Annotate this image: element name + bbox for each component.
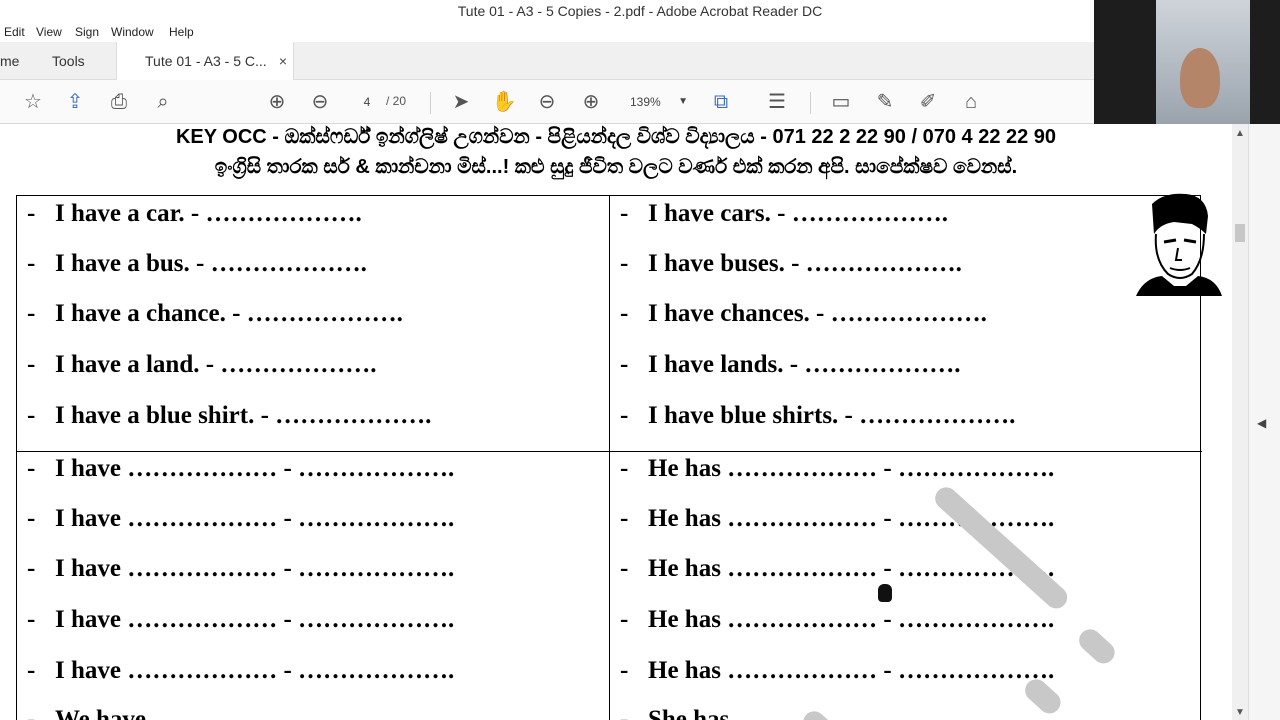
zoom-value: 139%: [630, 95, 661, 109]
toolbar-divider: [430, 92, 431, 114]
zoom-search-icon[interactable]: ⌕: [150, 90, 176, 114]
arrow-up-icon[interactable]: ⊕: [264, 90, 290, 114]
scroll-down-icon[interactable]: ▼: [1232, 707, 1248, 718]
page-total: / 20: [386, 94, 407, 108]
scroll-thumb[interactable]: [1235, 224, 1245, 242]
exercise-row: - He has ……………… - ……………….: [620, 455, 1055, 482]
exercise-row: -I have a land. - ……………….: [27, 351, 377, 378]
hand-icon[interactable]: ✋: [491, 90, 517, 114]
arrow-down-icon[interactable]: ⊖: [307, 90, 333, 114]
exercise-row: - He has ……………… - ……………….: [620, 555, 1055, 582]
tab-home[interactable]: me: [0, 42, 19, 80]
exercise-row: - She has: [620, 706, 730, 720]
doc-header-2: ඉංග්‍රිසි තාරක සර් & කාන්චනා මිස්...! කළ…: [214, 156, 1018, 178]
toolbar: ☆ ⇪ ⎙ ⌕ ⊕ ⊖ 4 / 20 ➤ ✋ ⊖ ⊕ 139% ▼ ⧉ ☰ ▭ …: [0, 80, 1280, 124]
menu-edit[interactable]: Edit: [4, 25, 25, 39]
exercise-row: - He has ……………… - ……………….: [620, 657, 1055, 684]
scroll-mode-icon[interactable]: ☰: [764, 90, 790, 114]
exercise-row: -I have ……………… - ……………….: [27, 555, 455, 582]
webcam-overlay: [1094, 0, 1280, 124]
exercise-row: -I have ……………… - ……………….: [27, 505, 455, 532]
exercise-row: - We have: [27, 706, 146, 720]
print-icon[interactable]: ⎙: [106, 90, 132, 114]
portrait-sketch-image: [1136, 193, 1222, 296]
doc-header-1: KEY OCC - ඔක්ස්ෆර්ඩ් ඉන්ග්ලිෂ් උගන්වන - …: [175, 126, 1057, 148]
scroll-up-icon[interactable]: ▲: [1232, 128, 1248, 139]
comment-icon[interactable]: ▭: [828, 90, 854, 114]
zoom-in-icon[interactable]: ⊕: [578, 90, 604, 114]
table-divider: [17, 451, 1202, 452]
document-page[interactable]: KEY OCC - ඔක්ස්ෆර්ඩ් ඉන්ග්ලිෂ් උගන්වන - …: [0, 124, 1232, 720]
exercise-row: -I have a car. - ……………….: [27, 200, 362, 227]
draw-icon[interactable]: ✐: [915, 90, 941, 114]
zoom-out-icon[interactable]: ⊖: [534, 90, 560, 114]
highlight-icon[interactable]: ✎: [872, 90, 898, 114]
exercise-row: -I have a bus. - ……………….: [27, 250, 367, 277]
vertical-scrollbar[interactable]: ▲ ▼: [1232, 124, 1248, 720]
hand-cursor-icon: [878, 584, 892, 602]
tab-document-label: Tute 01 - A3 - 5 C...: [145, 53, 267, 69]
exercise-row: -I have lands. - ……………….: [620, 351, 961, 378]
page-number-input[interactable]: 4: [352, 90, 382, 114]
chevron-down-icon: ▼: [678, 96, 688, 107]
exercise-row: -I have a chance. - ……………….: [27, 300, 403, 327]
fit-page-icon[interactable]: ⧉: [708, 90, 734, 114]
exercise-row: -I have ……………… - ……………….: [27, 657, 455, 684]
star-icon[interactable]: ☆: [20, 90, 46, 114]
title-bar: Tute 01 - A3 - 5 Copies - 2.pdf - Adobe …: [0, 0, 1094, 22]
exercise-row: -I have cars. - ……………….: [620, 200, 948, 227]
webcam-video: [1156, 0, 1250, 124]
tab-bar: me Tools Tute 01 - A3 - 5 C... ×: [0, 42, 1094, 80]
toolbar-divider: [810, 92, 811, 114]
exercise-row: -I have ……………… - ……………….: [27, 455, 455, 482]
person-face: [1180, 48, 1220, 108]
menu-help[interactable]: Help: [169, 25, 194, 39]
exercise-row: -I have buses. - ……………….: [620, 250, 962, 277]
zoom-select[interactable]: 139% ▼: [622, 90, 692, 114]
exercise-row: -I have a blue shirt. - ……………….: [27, 402, 432, 429]
close-icon[interactable]: ×: [279, 42, 287, 80]
exercise-table: -I have a car. - ………………. -I have a bus. …: [16, 195, 1202, 720]
window-title: Tute 01 - A3 - 5 Copies - 2.pdf - Adobe …: [457, 3, 823, 19]
right-panel: ◀: [1248, 124, 1280, 720]
menu-sign[interactable]: Sign: [75, 25, 99, 39]
exercise-row: - He has ……………… - ……………….: [620, 606, 1055, 633]
tab-document[interactable]: Tute 01 - A3 - 5 C... ×: [116, 42, 294, 80]
exercise-row: -I have blue shirts. - ……………….: [620, 402, 1016, 429]
stamp-icon[interactable]: ⌂: [958, 90, 984, 114]
select-cursor-icon[interactable]: ➤: [448, 90, 474, 114]
tab-tools[interactable]: Tools: [52, 42, 85, 80]
menu-view[interactable]: View: [36, 25, 62, 39]
exercise-row: -I have ……………… - ……………….: [27, 606, 455, 633]
upload-icon[interactable]: ⇪: [62, 90, 88, 114]
menu-window[interactable]: Window: [111, 25, 154, 39]
panel-toggle-icon[interactable]: ◀: [1257, 416, 1266, 430]
menu-bar: Edit View Sign Window Help: [0, 22, 1094, 42]
exercise-row: -I have chances. - ……………….: [620, 300, 987, 327]
